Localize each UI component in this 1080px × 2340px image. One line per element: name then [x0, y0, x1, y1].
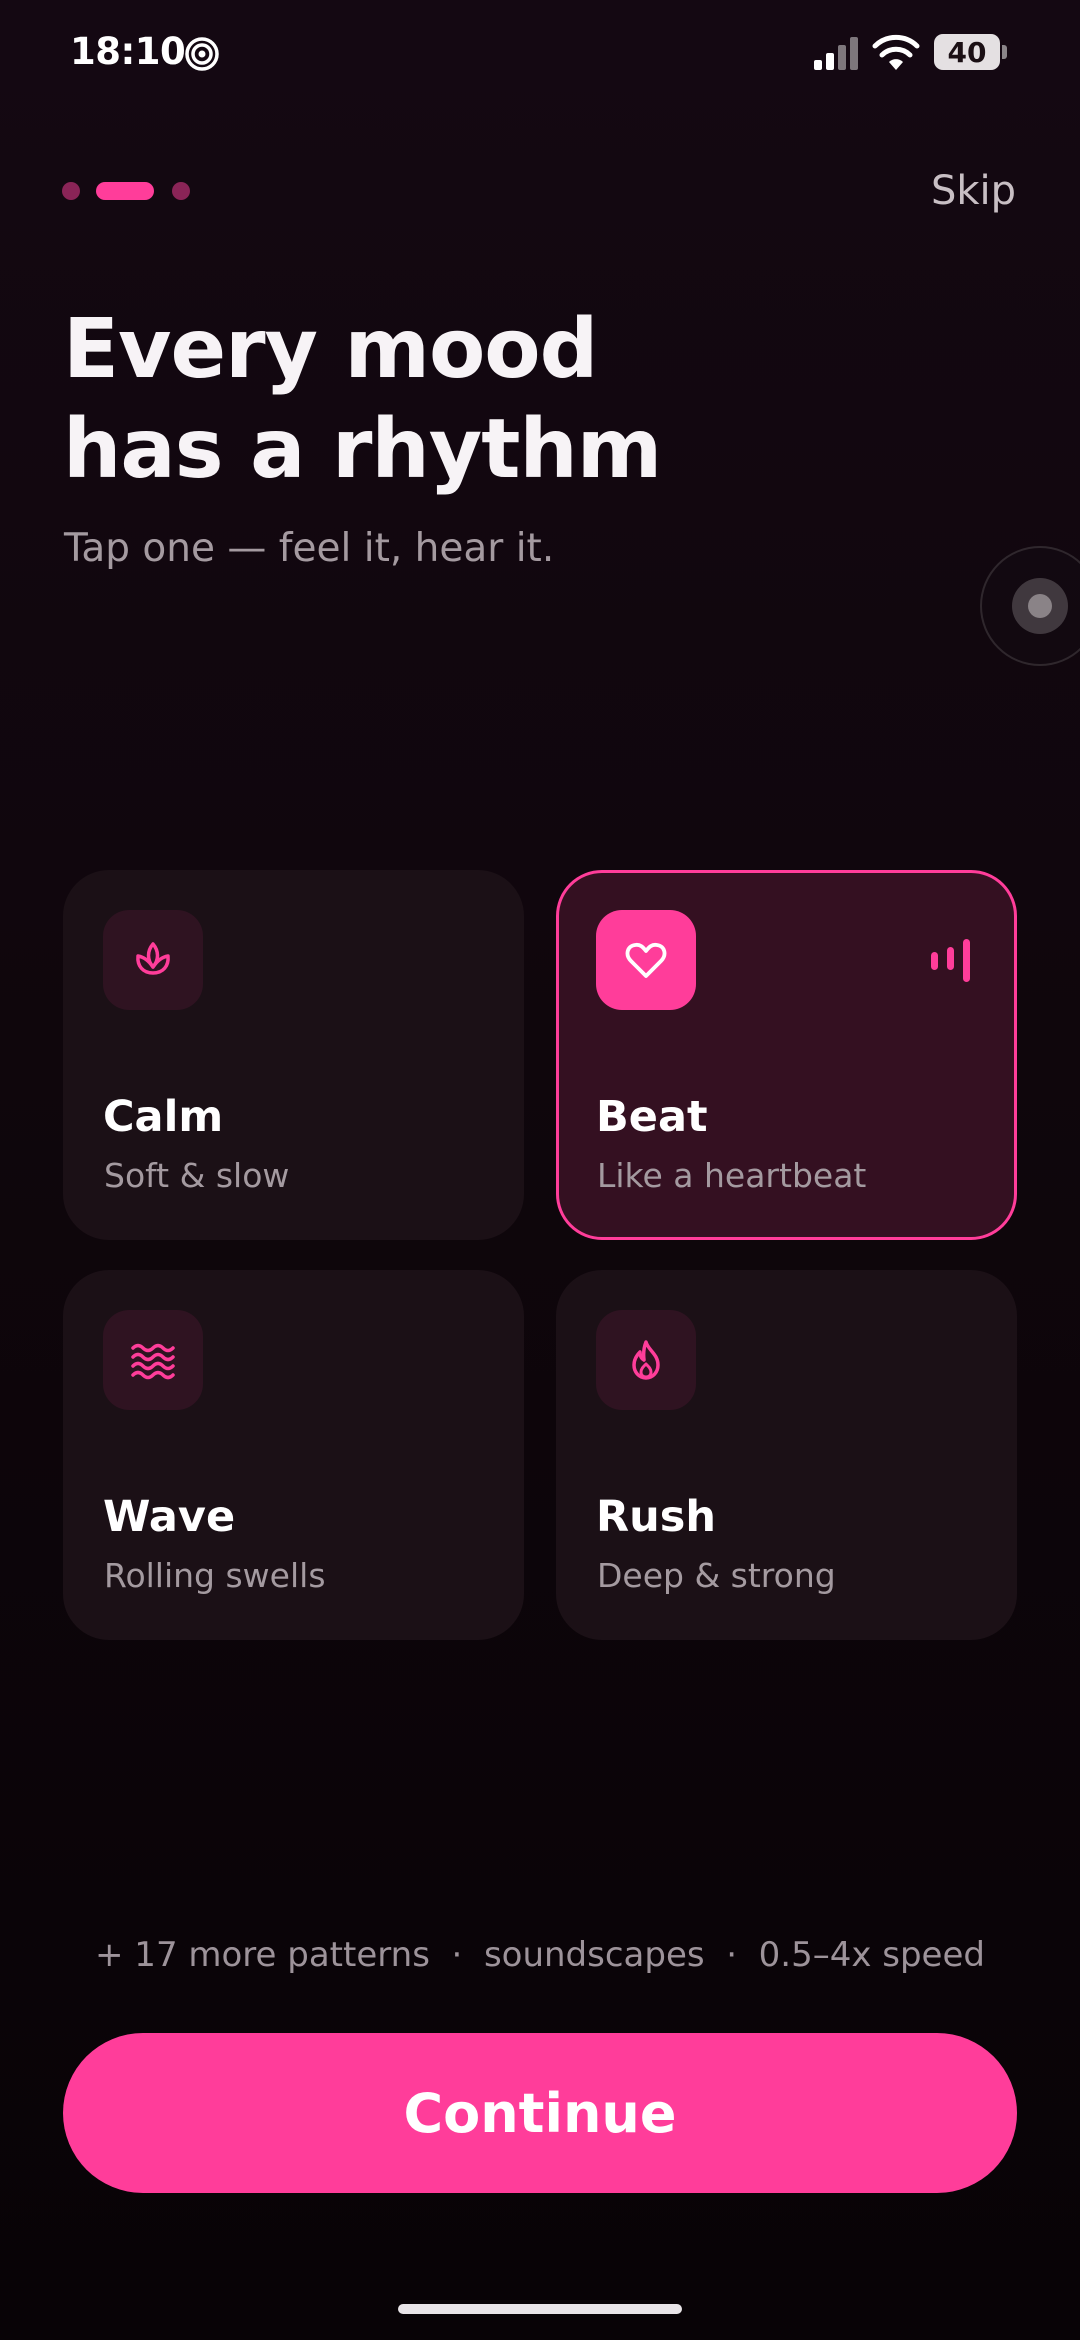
mood-description: Soft & slow [104, 1156, 290, 1195]
progress-dot [62, 182, 80, 200]
mood-description: Deep & strong [597, 1556, 836, 1595]
page-title: Every mood has a rhythm [63, 300, 963, 500]
title-line-1: Every mood [63, 302, 598, 397]
features-summary: + 17 more patterns · soundscapes · 0.5–4… [95, 1935, 985, 1975]
playing-bars-icon [931, 939, 970, 982]
wifi-icon [872, 34, 920, 70]
onboarding-progress [62, 182, 190, 200]
battery-icon: 40 [934, 32, 1008, 72]
mood-card-rush[interactable]: Rush Deep & strong [556, 1270, 1017, 1640]
waves-icon [103, 1310, 203, 1410]
mood-description: Like a heartbeat [597, 1156, 867, 1195]
spiral-icon [185, 37, 219, 71]
status-time: 18:10 [70, 30, 186, 73]
lotus-icon [103, 910, 203, 1010]
progress-dot-active [96, 182, 154, 200]
heart-icon [596, 910, 696, 1010]
progress-dot [172, 182, 190, 200]
home-indicator[interactable] [398, 2304, 682, 2314]
flame-icon [596, 1310, 696, 1410]
battery-percent: 40 [947, 36, 987, 69]
mood-card-wave[interactable]: Wave Rolling swells [63, 1270, 524, 1640]
onboarding-screen: 18:10 40 Skip Every mood has a rhythm Ta… [0, 0, 1080, 2340]
mood-card-beat[interactable]: Beat Like a heartbeat [556, 870, 1017, 1240]
mood-description: Rolling swells [104, 1556, 326, 1595]
mood-card-calm[interactable]: Calm Soft & slow [63, 870, 524, 1240]
skip-button[interactable]: Skip [931, 168, 1016, 214]
mood-title: Beat [596, 1092, 708, 1142]
title-line-2: has a rhythm [63, 402, 662, 497]
mood-title: Calm [103, 1092, 224, 1142]
page-subtitle: Tap one — feel it, hear it. [64, 526, 555, 571]
mood-title: Wave [103, 1492, 236, 1542]
signal-icon [814, 37, 858, 70]
continue-button[interactable]: Continue [63, 2033, 1017, 2193]
mood-title: Rush [596, 1492, 716, 1542]
assistive-touch-button[interactable] [980, 546, 1080, 666]
